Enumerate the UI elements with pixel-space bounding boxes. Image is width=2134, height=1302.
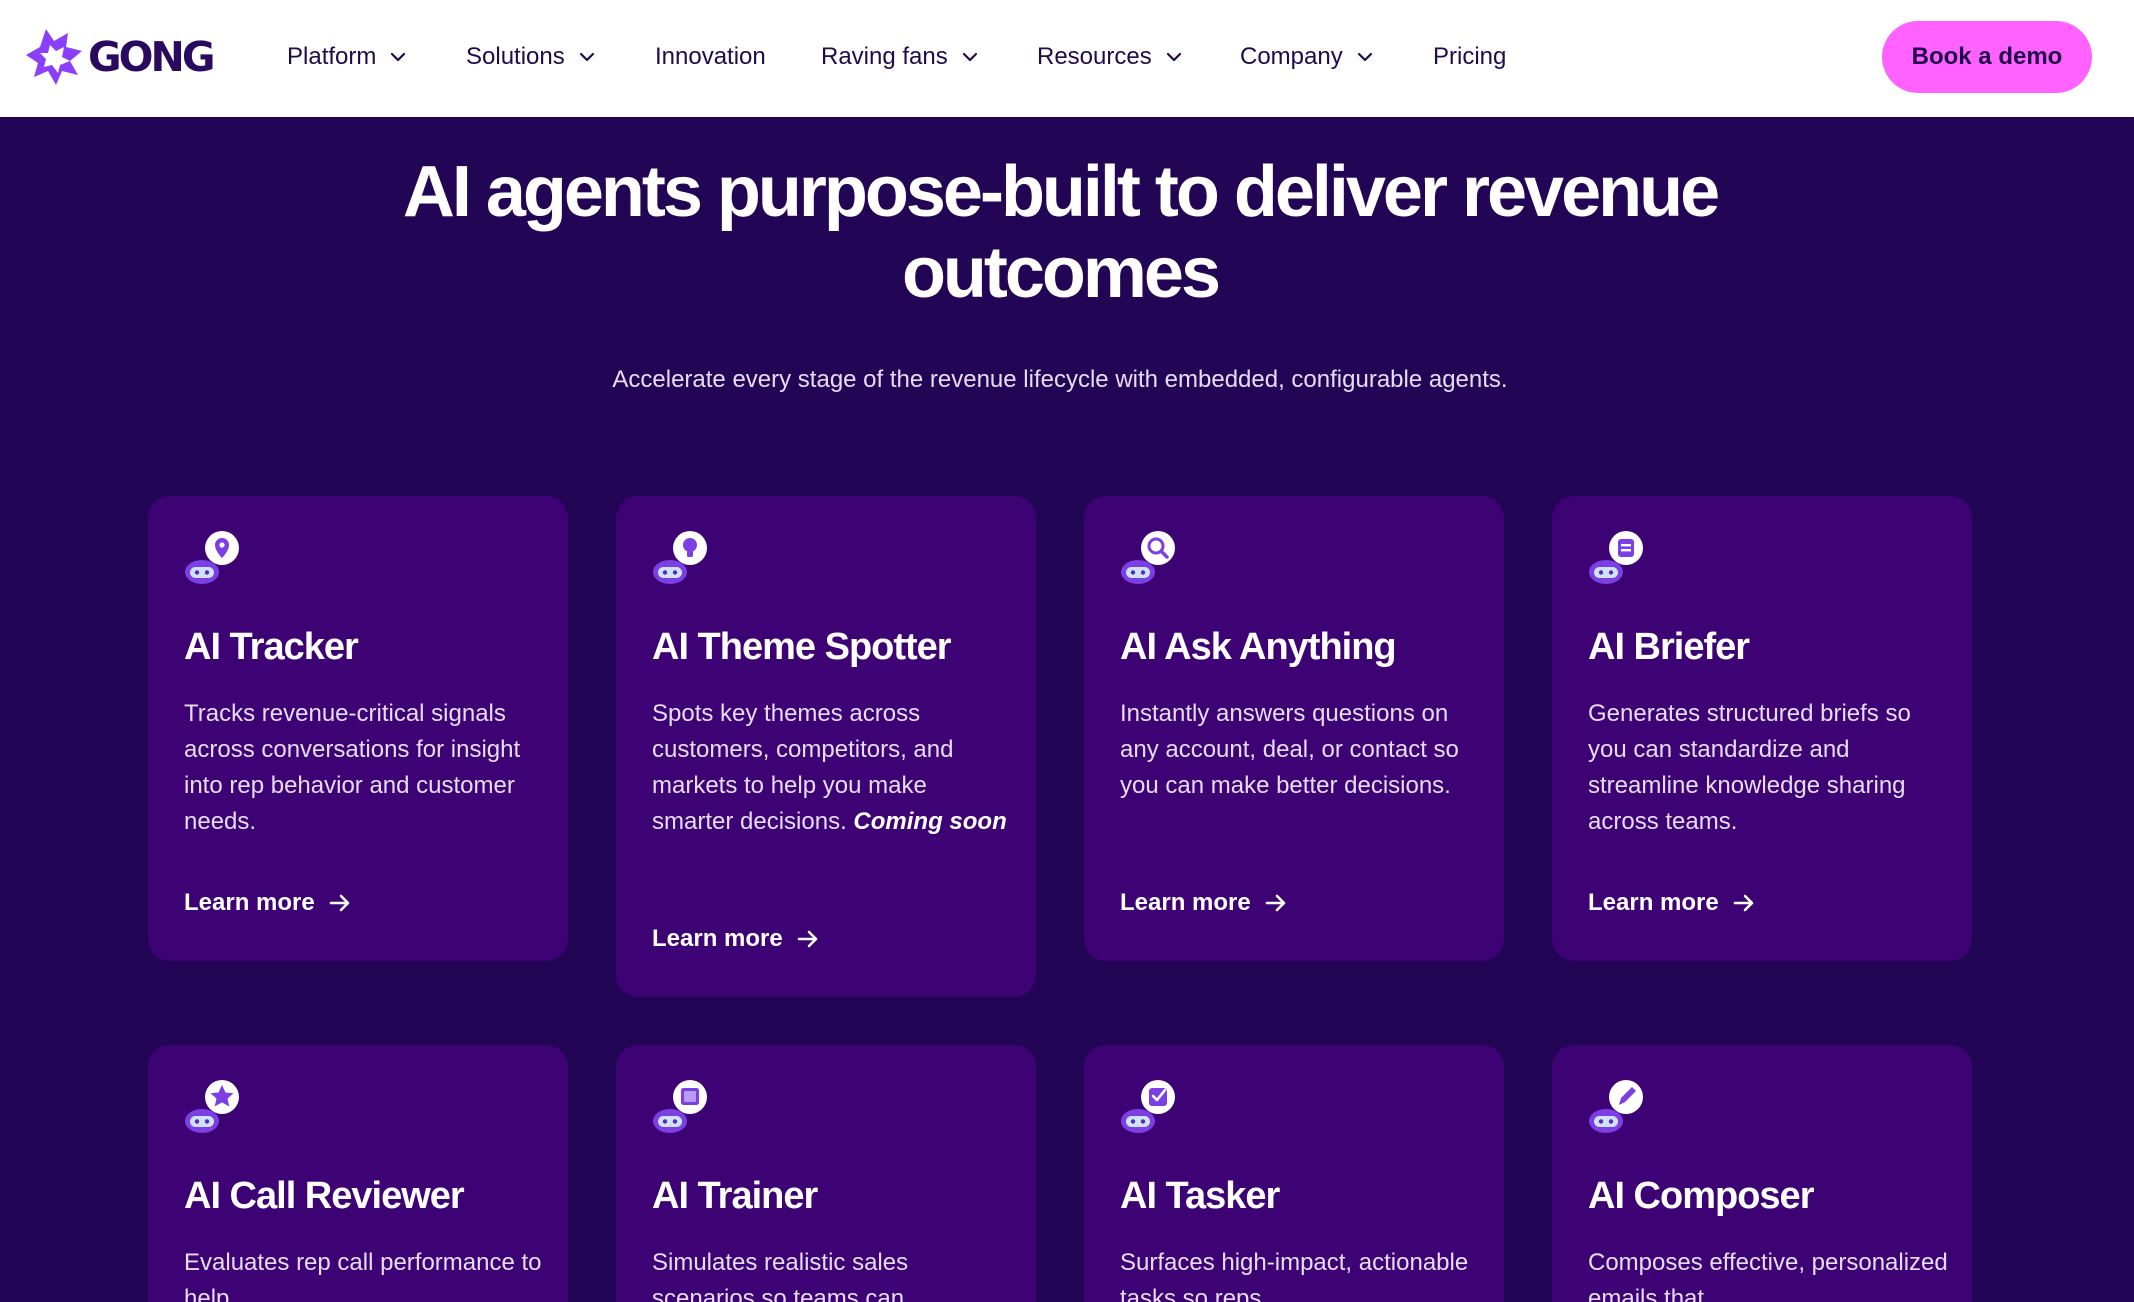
book-demo-button[interactable]: Book a demo xyxy=(1882,21,2092,93)
agent-card-title: AI Briefer xyxy=(1588,626,1750,668)
robot-location-pin-icon xyxy=(185,531,239,584)
agent-card-description: Surfaces high-impact, actionable tasks s… xyxy=(1120,1249,1469,1302)
robot-pen-icon xyxy=(1589,1080,1643,1133)
nav-label: Solutions xyxy=(466,43,565,70)
agent-card-tasker[interactable]: AI Tasker Surfaces high-impact, actionab… xyxy=(1084,1045,1504,1302)
nav-resources[interactable]: Resources xyxy=(1037,40,1182,74)
learn-more-link[interactable]: Learn more xyxy=(652,925,819,953)
arrow-right-icon xyxy=(329,894,350,912)
nav-company[interactable]: Company xyxy=(1240,40,1373,74)
agent-card-description: Generates structured briefs so you can s… xyxy=(1588,700,1911,835)
gong-starburst-icon xyxy=(26,29,82,85)
top-nav: GONG Platform Solutions Innovation Ravin… xyxy=(0,0,2134,117)
agent-card-title: AI Call Reviewer xyxy=(184,1175,465,1217)
arrow-right-icon xyxy=(1733,894,1754,912)
arrow-right-icon xyxy=(797,930,818,948)
agent-card-description: Evaluates rep call performance to help xyxy=(184,1249,542,1302)
robot-magnifier-icon xyxy=(1121,531,1175,584)
nav-label: Platform xyxy=(287,43,377,70)
agent-card-description: Instantly answers questions on any accou… xyxy=(1120,700,1459,799)
agent-card-composer[interactable]: AI Composer Composes effective, personal… xyxy=(1552,1045,1972,1302)
chevron-down-icon xyxy=(962,52,977,62)
coming-soon-label: Coming soon xyxy=(853,808,1007,835)
nav-label: Resources xyxy=(1037,43,1152,70)
chevron-down-icon xyxy=(1166,52,1181,62)
nav-label: Company xyxy=(1240,43,1343,70)
agent-card-title: AI Tasker xyxy=(1120,1175,1280,1217)
nav-label: Innovation xyxy=(655,43,766,70)
robot-document-icon xyxy=(1589,531,1643,584)
arrow-right-icon xyxy=(1265,894,1286,912)
agent-card-description: Simulates realistic sales scenarios so t… xyxy=(652,1249,909,1302)
agent-card-briefer[interactable]: AI Briefer Generates structured briefs s… xyxy=(1552,496,1972,961)
robot-frame-icon xyxy=(653,1080,707,1133)
agent-card-description: Spots key themes across customers, compe… xyxy=(652,696,1012,840)
nav-innovation[interactable]: Innovation xyxy=(655,40,766,74)
chevron-down-icon xyxy=(1357,52,1372,62)
nav-platform[interactable]: Platform xyxy=(287,40,406,74)
agent-card-call-reviewer[interactable]: AI Call Reviewer Evaluates rep call perf… xyxy=(148,1045,568,1302)
learn-more-link[interactable]: Learn more xyxy=(1588,889,1755,917)
robot-star-icon xyxy=(185,1080,239,1133)
learn-more-link[interactable]: Learn more xyxy=(184,889,351,917)
robot-lightbulb-icon xyxy=(653,531,707,584)
robot-checklist-icon xyxy=(1121,1080,1175,1133)
agent-card-title: AI Theme Spotter xyxy=(652,626,952,668)
agent-card-title: AI Trainer xyxy=(652,1175,818,1217)
brand-name: GONG xyxy=(88,32,215,81)
learn-more-label: Learn more xyxy=(184,889,315,916)
gong-logo[interactable]: GONG xyxy=(26,27,215,87)
nav-label: Pricing xyxy=(1433,43,1507,70)
agent-card-title: AI Tracker xyxy=(184,626,359,668)
nav-pricing[interactable]: Pricing xyxy=(1433,40,1506,74)
agent-card-title: AI Composer xyxy=(1588,1175,1814,1217)
page-title-line-2: outcomes xyxy=(901,233,1221,313)
chevron-down-icon xyxy=(579,52,594,62)
learn-more-label: Learn more xyxy=(1120,889,1251,916)
learn-more-link[interactable]: Learn more xyxy=(1120,889,1287,917)
chevron-down-icon xyxy=(391,52,406,62)
agent-card-description: Tracks revenue-critical signals across c… xyxy=(184,700,521,835)
learn-more-label: Learn more xyxy=(1588,889,1719,916)
page-title-line-1: AI agents purpose-built to deliver reven… xyxy=(402,152,1720,232)
agent-card-theme-spotter[interactable]: AI Theme Spotter Spots key themes across… xyxy=(616,496,1036,997)
agent-card-title: AI Ask Anything xyxy=(1120,626,1397,668)
nav-solutions[interactable]: Solutions xyxy=(466,40,595,74)
learn-more-label: Learn more xyxy=(652,925,783,952)
nav-raving-fans[interactable]: Raving fans xyxy=(821,40,978,74)
agent-card-trainer[interactable]: AI Trainer Simulates realistic sales sce… xyxy=(616,1045,1036,1302)
nav-label: Raving fans xyxy=(821,43,948,70)
agent-card-description: Composes effective, personalized emails … xyxy=(1588,1249,1948,1302)
page-title: AI agents purpose-built to deliver reven… xyxy=(0,152,2120,314)
page-subtitle: Accelerate every stage of the revenue li… xyxy=(612,366,1508,393)
agent-card-tracker[interactable]: AI Tracker Tracks revenue-critical signa… xyxy=(148,496,568,961)
agent-card-ask-anything[interactable]: AI Ask Anything Instantly answers questi… xyxy=(1084,496,1504,961)
